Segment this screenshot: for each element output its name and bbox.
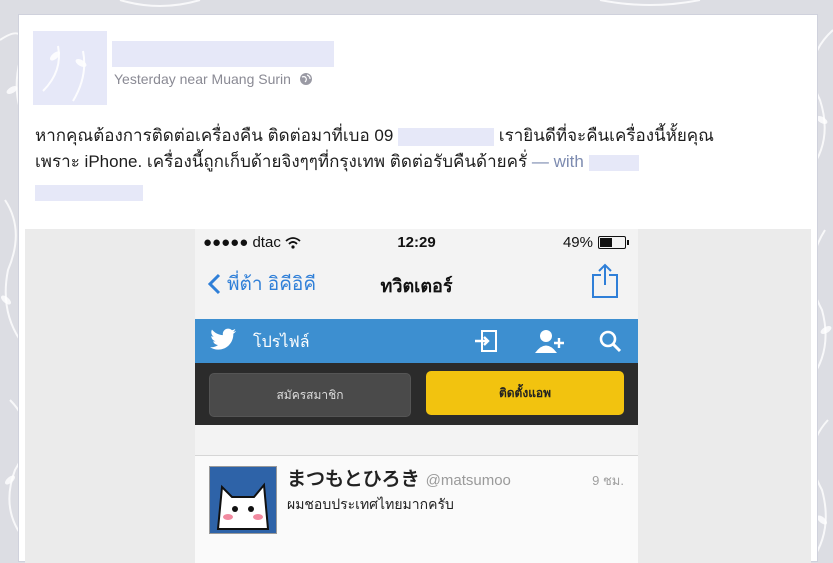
post-text: หากคุณต้องการติดต่อเครื่องคืน ติดต่อมาที… (35, 123, 795, 175)
phone-number-redacted (398, 127, 495, 146)
sign-in-icon[interactable] (473, 328, 499, 354)
tweet-author[interactable]: まつもとひろき @matsumoo (287, 464, 511, 491)
iphone-screenshot: ●●●●● dtac 12:29 49% พี่ต้า อิคีอิคี ทวิ… (195, 229, 638, 563)
post-text-part2: เรายินดีที่จะคืนเครื่องนี้หั้ยคุณ (498, 126, 714, 145)
app-nav-bar: พี่ต้า อิคีอิคี ทวิตเตอร์ (195, 257, 638, 307)
globe-icon (299, 73, 312, 85)
avatar[interactable] (33, 31, 107, 105)
tagged-with-label: — with (531, 152, 584, 171)
tweet-avatar[interactable] (209, 466, 277, 534)
install-app-button[interactable]: ติดตั้งแอพ (426, 371, 624, 415)
tweet-time: 9 ชม. (592, 473, 624, 488)
signup-button[interactable]: สมัครสมาชิก (209, 373, 411, 417)
search-icon[interactable] (597, 328, 623, 354)
battery-icon (598, 236, 629, 249)
share-icon[interactable] (590, 263, 620, 299)
twitter-profile-bar: โปรไฟล์ (195, 319, 638, 363)
facebook-post-card: Yesterday near Muang Surin หากคุณต้องการ… (18, 14, 818, 563)
twitter-bird-icon (210, 328, 236, 350)
app-promo-bar: สมัครสมาชิก ติดตั้งแอพ (195, 363, 638, 425)
add-user-icon[interactable] (533, 328, 567, 354)
tweet-text: ผมชอบประเทศไทยมากครับ (287, 496, 454, 512)
author-name-redacted (112, 41, 334, 67)
tweet-item[interactable]: まつもとひろき @matsumoo 9 ชม. ผมชอบประเทศไทยมาก… (195, 455, 638, 563)
post-text-part3: เพราะ iPhone. เครื่องนี้ถูกเก็บด้ายจิงๆๆ… (35, 152, 528, 171)
post-text-part1: หากคุณต้องการติดต่อเครื่องคืน ติดต่อมาที… (35, 126, 394, 145)
post-timestamp-location[interactable]: Yesterday near Muang Surin (114, 71, 291, 87)
profile-label: โปรไฟล์ (253, 334, 310, 351)
status-bar: ●●●●● dtac 12:29 49% (195, 229, 638, 255)
tagged-name-redacted[interactable] (588, 154, 639, 171)
nav-title: ทวิตเตอร์ (380, 276, 453, 296)
battery-status: 49% (563, 234, 629, 251)
tweet-handle[interactable]: @matsumoo (426, 472, 511, 489)
post-meta: Yesterday near Muang Surin (114, 71, 313, 87)
tagged-name-redacted-line2[interactable] (35, 185, 143, 201)
post-photo[interactable]: ●●●●● dtac 12:29 49% พี่ต้า อิคีอิคี ทวิ… (25, 229, 811, 563)
